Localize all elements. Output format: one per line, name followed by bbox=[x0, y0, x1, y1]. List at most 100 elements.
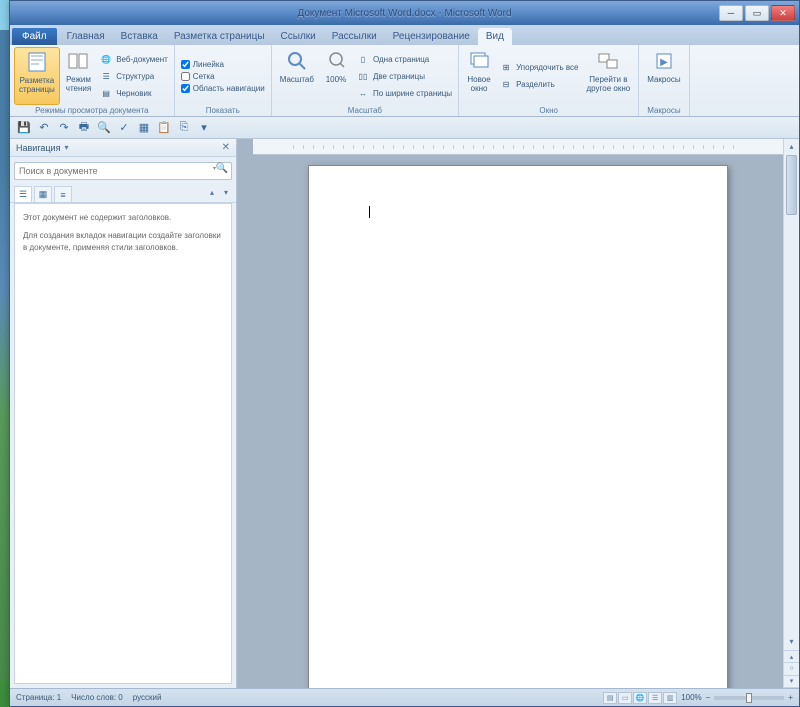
zoom-100-button[interactable]: 100% bbox=[320, 47, 352, 105]
group-show-label: Показать bbox=[179, 105, 267, 116]
nav-tab-headings[interactable]: ☰ bbox=[14, 186, 32, 202]
nav-tab-results[interactable]: ≡ bbox=[54, 186, 72, 202]
scrollbar-thumb[interactable] bbox=[786, 155, 797, 215]
split-icon: ⊟ bbox=[499, 78, 513, 92]
navigation-pane: Навигация ▾ ✕ ▾ 🔍 ☰ ▦ ≡ ▴ ▾ Этот докумен… bbox=[10, 139, 237, 688]
tab-view[interactable]: Вид bbox=[478, 28, 512, 45]
navigation-pane-checkbox[interactable]: Область навигации bbox=[179, 83, 267, 94]
tab-references[interactable]: Ссылки bbox=[273, 28, 324, 45]
tab-insert[interactable]: Вставка bbox=[113, 28, 166, 45]
qat-paste-icon[interactable]: 📋 bbox=[156, 120, 172, 136]
view-print-layout-icon[interactable]: ▤ bbox=[603, 692, 617, 704]
nav-next-icon[interactable]: ▾ bbox=[220, 186, 232, 202]
qat-table-icon[interactable]: ▦ bbox=[136, 120, 152, 136]
ribbon: Разметка страницы Режим чтения 🌐Веб-доку… bbox=[10, 45, 799, 117]
outline-button[interactable]: ☰Структура bbox=[97, 68, 170, 84]
draft-button[interactable]: ▤Черновик bbox=[97, 85, 170, 101]
qat-print-icon[interactable]: 🖶 bbox=[76, 120, 92, 136]
browse-prev-icon[interactable]: ▴ bbox=[784, 651, 799, 663]
nav-prev-icon[interactable]: ▴ bbox=[206, 186, 218, 202]
document-page[interactable] bbox=[308, 165, 728, 688]
navigation-pane-header: Навигация ▾ ✕ bbox=[10, 139, 236, 157]
page-width-button[interactable]: ↔По ширине страницы bbox=[354, 85, 454, 101]
status-page[interactable]: Страница: 1 bbox=[16, 693, 61, 702]
zoom-out-icon[interactable]: − bbox=[706, 693, 711, 702]
qat-preview-icon[interactable]: 🔍 bbox=[96, 120, 112, 136]
ribbon-group-macros: ▶ Макросы Макросы bbox=[639, 45, 689, 116]
print-layout-icon bbox=[25, 50, 49, 74]
tab-home[interactable]: Главная bbox=[59, 28, 113, 45]
status-words[interactable]: Число слов: 0 bbox=[71, 693, 123, 702]
group-zoom-label: Масштаб bbox=[276, 105, 454, 116]
browse-select-icon[interactable]: ○ bbox=[784, 663, 799, 675]
view-web-icon[interactable]: 🌐 bbox=[633, 692, 647, 704]
ribbon-group-views: Разметка страницы Режим чтения 🌐Веб-доку… bbox=[10, 45, 175, 116]
draft-icon: ▤ bbox=[99, 86, 113, 100]
zoom-slider[interactable] bbox=[714, 696, 784, 700]
reading-mode-label: Режим чтения bbox=[66, 75, 91, 93]
tab-mailings[interactable]: Рассылки bbox=[324, 28, 385, 45]
macros-button[interactable]: ▶ Макросы bbox=[643, 47, 684, 105]
horizontal-ruler[interactable] bbox=[253, 139, 783, 155]
group-macros-label: Макросы bbox=[643, 105, 684, 116]
quick-access-toolbar: 💾 ↶ ↷ 🖶 🔍 ✓ ▦ 📋 ⎘ ▾ bbox=[10, 117, 799, 139]
qat-undo-icon[interactable]: ↶ bbox=[36, 120, 52, 136]
one-page-button[interactable]: ▯Одна страница bbox=[354, 51, 454, 67]
web-layout-icon: 🌐 bbox=[99, 52, 113, 66]
print-layout-button[interactable]: Разметка страницы bbox=[14, 47, 60, 105]
navigation-search-input[interactable] bbox=[14, 162, 232, 180]
document-scroll[interactable] bbox=[237, 155, 799, 688]
zoom-label: Масштаб bbox=[280, 75, 314, 84]
split-button[interactable]: ⊟Разделить bbox=[497, 77, 580, 93]
titlebar: Документ Microsoft Word.docx - Microsoft… bbox=[10, 1, 799, 25]
minimize-button[interactable]: ─ bbox=[719, 5, 743, 21]
file-tab[interactable]: Файл bbox=[12, 28, 57, 45]
new-window-button[interactable]: Новое окно bbox=[463, 47, 495, 105]
nav-message-2: Для создания вкладок навигации создайте … bbox=[23, 230, 223, 254]
scroll-up-icon[interactable]: ▴ bbox=[784, 139, 799, 153]
navigation-search: ▾ 🔍 bbox=[14, 161, 232, 180]
browse-next-icon[interactable]: ▾ bbox=[784, 676, 799, 688]
scroll-down-icon[interactable]: ▾ bbox=[784, 634, 799, 648]
web-layout-button[interactable]: 🌐Веб-документ bbox=[97, 51, 170, 67]
word-window: Документ Microsoft Word.docx - Microsoft… bbox=[9, 0, 800, 707]
view-draft-icon[interactable]: ▥ bbox=[663, 692, 677, 704]
arrange-all-button[interactable]: ⊞Упорядочить все bbox=[497, 60, 580, 76]
qat-copy-icon[interactable]: ⎘ bbox=[176, 120, 192, 136]
two-pages-button[interactable]: ▯▯Две страницы bbox=[354, 68, 454, 84]
one-page-icon: ▯ bbox=[356, 52, 370, 66]
search-icon[interactable]: 🔍 bbox=[216, 163, 228, 174]
zoom-button[interactable]: Масштаб bbox=[276, 47, 318, 105]
close-button[interactable]: ✕ bbox=[771, 5, 795, 21]
tab-page-layout[interactable]: Разметка страницы bbox=[166, 28, 273, 45]
switch-windows-label: Перейти в другое окно bbox=[587, 75, 631, 93]
qat-spell-icon[interactable]: ✓ bbox=[116, 120, 132, 136]
status-language[interactable]: русский bbox=[133, 693, 162, 702]
nav-tab-pages[interactable]: ▦ bbox=[34, 186, 52, 202]
qat-customize-icon[interactable]: ▾ bbox=[196, 120, 212, 136]
zoom-100-label: 100% bbox=[326, 75, 346, 84]
view-reading-icon[interactable]: ▭ bbox=[618, 692, 632, 704]
ruler-checkbox[interactable]: Линейка bbox=[179, 59, 267, 70]
svg-text:▶: ▶ bbox=[660, 57, 668, 68]
print-layout-label: Разметка страницы bbox=[19, 76, 55, 94]
navigation-pane-close-icon[interactable]: ✕ bbox=[222, 142, 230, 153]
tab-review[interactable]: Рецензирование bbox=[385, 28, 478, 45]
view-outline-icon[interactable]: ☰ bbox=[648, 692, 662, 704]
outline-icon: ☰ bbox=[99, 69, 113, 83]
zoom-slider-handle[interactable] bbox=[746, 693, 752, 703]
navigation-pane-dropdown-icon[interactable]: ▾ bbox=[64, 143, 68, 152]
switch-windows-icon bbox=[596, 49, 620, 73]
qat-redo-icon[interactable]: ↷ bbox=[56, 120, 72, 136]
group-views-label: Режимы просмотра документа bbox=[14, 105, 170, 116]
reading-mode-button[interactable]: Режим чтения bbox=[62, 47, 95, 105]
vertical-scrollbar[interactable]: ▴ ▾ ▴ ○ ▾ bbox=[783, 139, 799, 688]
gridlines-checkbox[interactable]: Сетка bbox=[179, 71, 267, 82]
zoom-in-icon[interactable]: + bbox=[788, 693, 793, 702]
navigation-pane-title: Навигация bbox=[16, 143, 60, 153]
zoom-percent[interactable]: 100% bbox=[681, 693, 701, 702]
page-width-icon: ↔ bbox=[356, 86, 370, 100]
qat-save-icon[interactable]: 💾 bbox=[16, 120, 32, 136]
switch-windows-button[interactable]: Перейти в другое окно bbox=[583, 47, 635, 105]
maximize-button[interactable]: ▭ bbox=[745, 5, 769, 21]
